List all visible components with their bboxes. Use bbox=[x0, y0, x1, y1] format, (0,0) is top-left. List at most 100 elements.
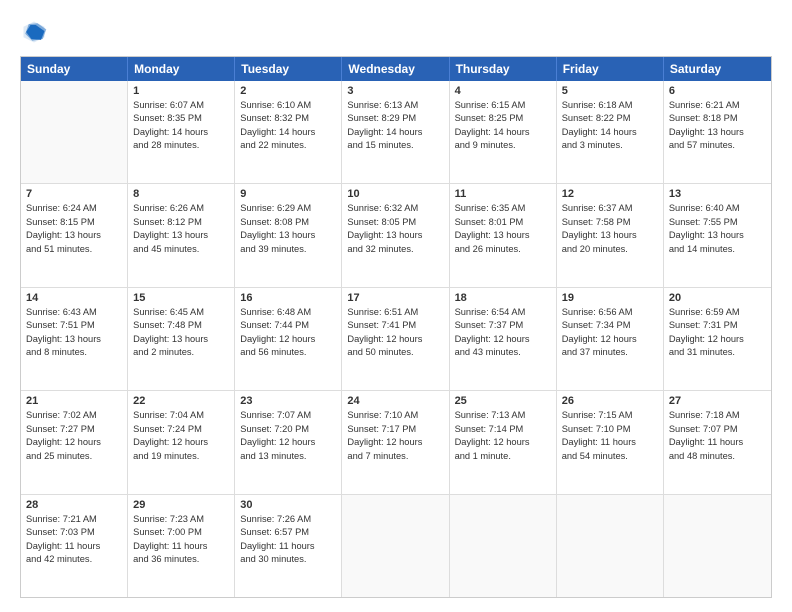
cell-line: Sunrise: 6:56 AM bbox=[562, 306, 658, 319]
cell-line: and 37 minutes. bbox=[562, 346, 658, 359]
cell-line: Daylight: 13 hours bbox=[669, 229, 766, 242]
calendar-cell: 2Sunrise: 6:10 AMSunset: 8:32 PMDaylight… bbox=[235, 81, 342, 183]
day-number: 10 bbox=[347, 188, 443, 200]
cell-line: Daylight: 11 hours bbox=[133, 540, 229, 553]
calendar-cell: 5Sunrise: 6:18 AMSunset: 8:22 PMDaylight… bbox=[557, 81, 664, 183]
calendar-cell: 21Sunrise: 7:02 AMSunset: 7:27 PMDayligh… bbox=[21, 391, 128, 493]
calendar-cell: 19Sunrise: 6:56 AMSunset: 7:34 PMDayligh… bbox=[557, 288, 664, 390]
cell-line: Daylight: 13 hours bbox=[455, 229, 551, 242]
cell-line: and 1 minute. bbox=[455, 450, 551, 463]
cell-line: Sunrise: 6:15 AM bbox=[455, 99, 551, 112]
weekday-header: Friday bbox=[557, 57, 664, 81]
page: SundayMondayTuesdayWednesdayThursdayFrid… bbox=[0, 0, 792, 612]
calendar-cell: 11Sunrise: 6:35 AMSunset: 8:01 PMDayligh… bbox=[450, 184, 557, 286]
cell-line: Sunrise: 6:32 AM bbox=[347, 202, 443, 215]
calendar-cell: 22Sunrise: 7:04 AMSunset: 7:24 PMDayligh… bbox=[128, 391, 235, 493]
day-number: 16 bbox=[240, 292, 336, 304]
cell-line: Sunset: 7:41 PM bbox=[347, 319, 443, 332]
cell-line: and 42 minutes. bbox=[26, 553, 122, 566]
cell-line: Daylight: 12 hours bbox=[26, 436, 122, 449]
calendar-cell: 10Sunrise: 6:32 AMSunset: 8:05 PMDayligh… bbox=[342, 184, 449, 286]
cell-line: and 22 minutes. bbox=[240, 139, 336, 152]
cell-line: and 31 minutes. bbox=[669, 346, 766, 359]
cell-line: Sunrise: 6:07 AM bbox=[133, 99, 229, 112]
cell-line: Sunset: 6:57 PM bbox=[240, 526, 336, 539]
day-number: 11 bbox=[455, 188, 551, 200]
day-number: 5 bbox=[562, 85, 658, 97]
cell-line: Sunset: 8:22 PM bbox=[562, 112, 658, 125]
cell-line: and 50 minutes. bbox=[347, 346, 443, 359]
cell-line: Sunset: 8:25 PM bbox=[455, 112, 551, 125]
cell-line: Daylight: 12 hours bbox=[669, 333, 766, 346]
cell-line: Daylight: 12 hours bbox=[240, 436, 336, 449]
cell-line: Sunrise: 7:04 AM bbox=[133, 409, 229, 422]
cell-line: Daylight: 13 hours bbox=[133, 229, 229, 242]
cell-line: Sunrise: 7:23 AM bbox=[133, 513, 229, 526]
calendar-body: 1Sunrise: 6:07 AMSunset: 8:35 PMDaylight… bbox=[21, 81, 771, 597]
cell-line: Sunset: 8:08 PM bbox=[240, 216, 336, 229]
cell-line: Daylight: 12 hours bbox=[455, 436, 551, 449]
calendar-row: 21Sunrise: 7:02 AMSunset: 7:27 PMDayligh… bbox=[21, 391, 771, 494]
day-number: 4 bbox=[455, 85, 551, 97]
cell-line: Sunrise: 6:51 AM bbox=[347, 306, 443, 319]
cell-line: and 51 minutes. bbox=[26, 243, 122, 256]
cell-line: Sunrise: 6:48 AM bbox=[240, 306, 336, 319]
calendar-cell: 25Sunrise: 7:13 AMSunset: 7:14 PMDayligh… bbox=[450, 391, 557, 493]
day-number: 23 bbox=[240, 395, 336, 407]
cell-line: Daylight: 11 hours bbox=[240, 540, 336, 553]
cell-line: and 14 minutes. bbox=[669, 243, 766, 256]
calendar-cell bbox=[21, 81, 128, 183]
calendar-cell: 7Sunrise: 6:24 AMSunset: 8:15 PMDaylight… bbox=[21, 184, 128, 286]
cell-line: and 43 minutes. bbox=[455, 346, 551, 359]
cell-line: Sunset: 7:37 PM bbox=[455, 319, 551, 332]
cell-line: Sunrise: 7:10 AM bbox=[347, 409, 443, 422]
cell-line: Sunrise: 6:26 AM bbox=[133, 202, 229, 215]
cell-line: and 30 minutes. bbox=[240, 553, 336, 566]
cell-line: Sunrise: 6:45 AM bbox=[133, 306, 229, 319]
weekday-header: Saturday bbox=[664, 57, 771, 81]
day-number: 27 bbox=[669, 395, 766, 407]
calendar-cell: 6Sunrise: 6:21 AMSunset: 8:18 PMDaylight… bbox=[664, 81, 771, 183]
calendar-cell: 12Sunrise: 6:37 AMSunset: 7:58 PMDayligh… bbox=[557, 184, 664, 286]
weekday-header: Wednesday bbox=[342, 57, 449, 81]
cell-line: and 2 minutes. bbox=[133, 346, 229, 359]
cell-line: and 56 minutes. bbox=[240, 346, 336, 359]
calendar: SundayMondayTuesdayWednesdayThursdayFrid… bbox=[20, 56, 772, 598]
cell-line: Daylight: 13 hours bbox=[133, 333, 229, 346]
cell-line: and 48 minutes. bbox=[669, 450, 766, 463]
cell-line: Sunrise: 6:40 AM bbox=[669, 202, 766, 215]
cell-line: and 36 minutes. bbox=[133, 553, 229, 566]
cell-line: Sunset: 7:14 PM bbox=[455, 423, 551, 436]
header bbox=[20, 18, 772, 46]
cell-line: Sunrise: 6:29 AM bbox=[240, 202, 336, 215]
cell-line: and 20 minutes. bbox=[562, 243, 658, 256]
logo-icon bbox=[20, 18, 48, 46]
cell-line: and 57 minutes. bbox=[669, 139, 766, 152]
cell-line: Sunset: 7:58 PM bbox=[562, 216, 658, 229]
cell-line: Sunset: 8:35 PM bbox=[133, 112, 229, 125]
cell-line: and 45 minutes. bbox=[133, 243, 229, 256]
cell-line: Daylight: 14 hours bbox=[455, 126, 551, 139]
cell-line: Sunset: 7:20 PM bbox=[240, 423, 336, 436]
cell-line: and 25 minutes. bbox=[26, 450, 122, 463]
day-number: 15 bbox=[133, 292, 229, 304]
cell-line: Sunset: 8:18 PM bbox=[669, 112, 766, 125]
weekday-header: Thursday bbox=[450, 57, 557, 81]
calendar-cell: 8Sunrise: 6:26 AMSunset: 8:12 PMDaylight… bbox=[128, 184, 235, 286]
cell-line: Sunrise: 6:18 AM bbox=[562, 99, 658, 112]
cell-line: Sunset: 7:07 PM bbox=[669, 423, 766, 436]
weekday-header: Monday bbox=[128, 57, 235, 81]
cell-line: Daylight: 14 hours bbox=[133, 126, 229, 139]
cell-line: Daylight: 13 hours bbox=[26, 229, 122, 242]
calendar-cell: 20Sunrise: 6:59 AMSunset: 7:31 PMDayligh… bbox=[664, 288, 771, 390]
cell-line: Daylight: 13 hours bbox=[240, 229, 336, 242]
calendar-cell: 26Sunrise: 7:15 AMSunset: 7:10 PMDayligh… bbox=[557, 391, 664, 493]
day-number: 26 bbox=[562, 395, 658, 407]
cell-line: Sunrise: 7:02 AM bbox=[26, 409, 122, 422]
day-number: 2 bbox=[240, 85, 336, 97]
calendar-cell bbox=[557, 495, 664, 597]
day-number: 19 bbox=[562, 292, 658, 304]
calendar-cell: 9Sunrise: 6:29 AMSunset: 8:08 PMDaylight… bbox=[235, 184, 342, 286]
calendar-cell: 13Sunrise: 6:40 AMSunset: 7:55 PMDayligh… bbox=[664, 184, 771, 286]
cell-line: Sunset: 7:24 PM bbox=[133, 423, 229, 436]
